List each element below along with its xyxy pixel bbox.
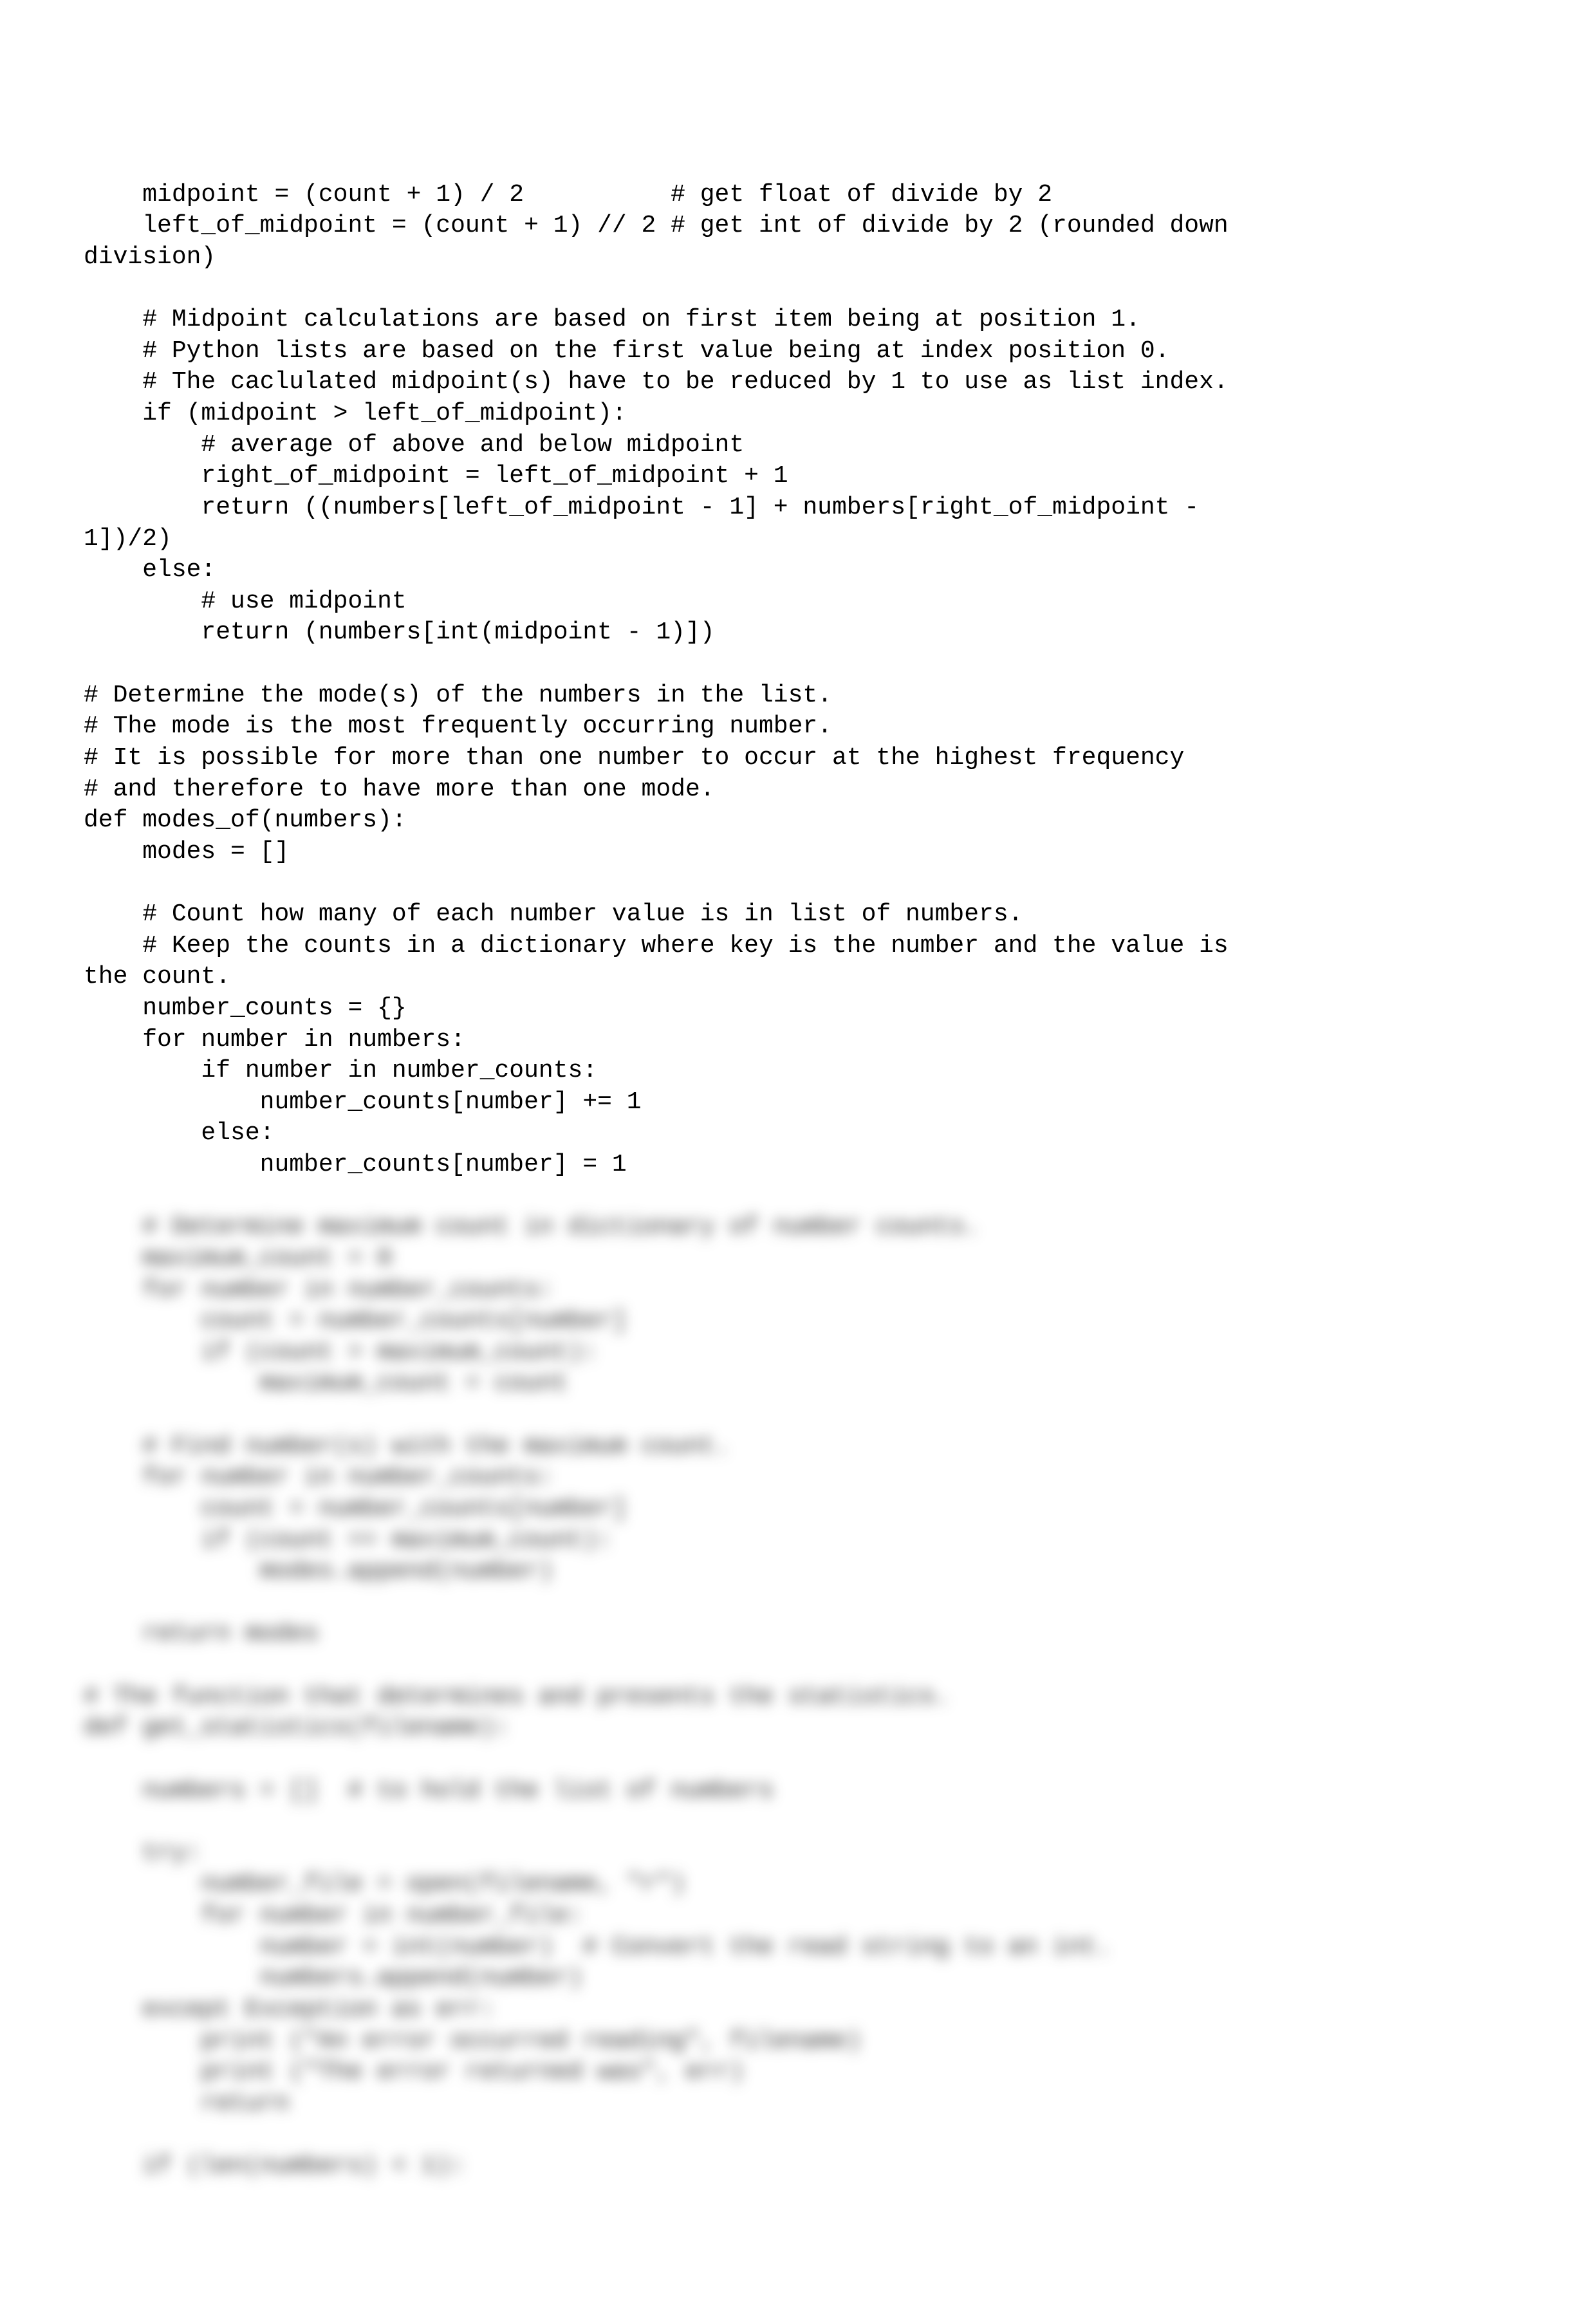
code-visible: midpoint = (count + 1) / 2 # get float o…: [84, 180, 1512, 1181]
document-page: midpoint = (count + 1) / 2 # get float o…: [0, 0, 1596, 2297]
code-blurred: # Determine maximum count in dictionary …: [84, 1212, 1512, 2182]
